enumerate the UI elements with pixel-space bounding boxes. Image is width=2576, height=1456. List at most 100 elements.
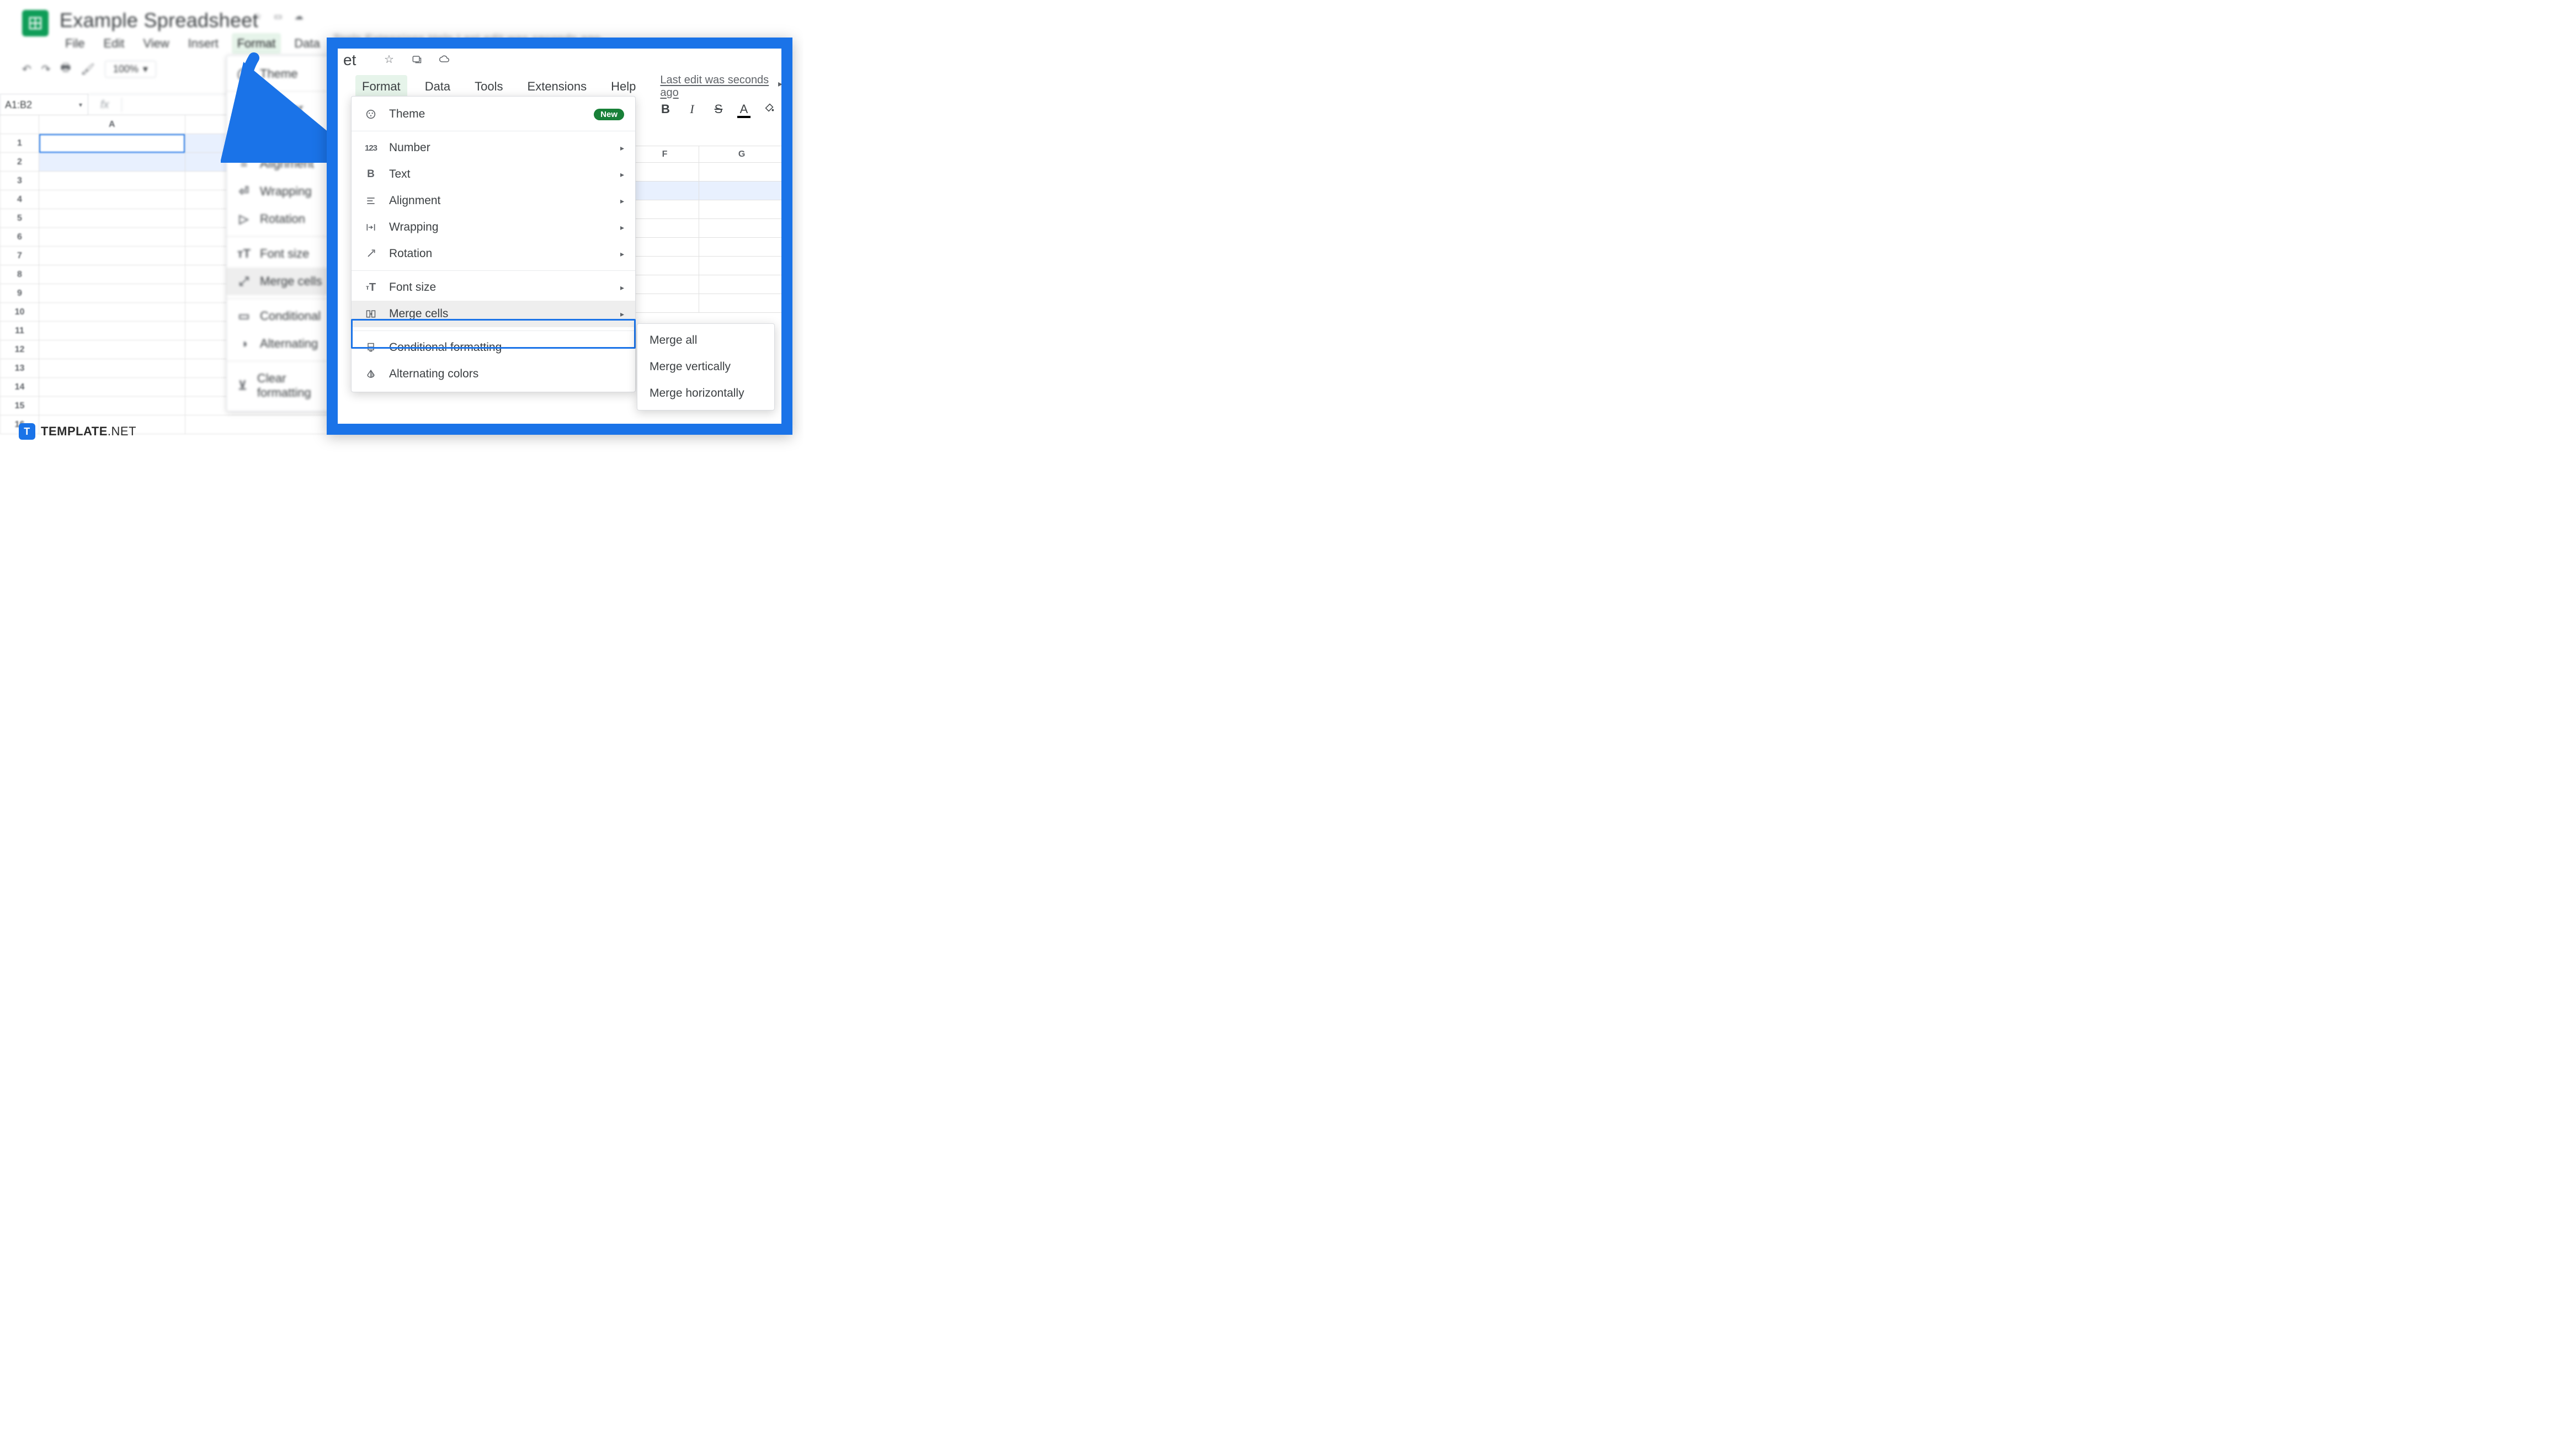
corner-cell[interactable] xyxy=(1,115,39,134)
row-header[interactable]: 7 xyxy=(1,247,39,265)
col-header-G[interactable]: G xyxy=(699,146,781,163)
cell[interactable] xyxy=(699,200,781,219)
menu-item-number[interactable]: 123 Number ▸ xyxy=(352,135,635,161)
menu-insert[interactable]: Insert xyxy=(183,33,224,54)
row-header[interactable]: 5 xyxy=(1,209,39,228)
cloud-status-icon[interactable] xyxy=(437,52,451,66)
format-dropdown-menu[interactable]: Theme New 123 Number ▸ B Text ▸ Alignmen… xyxy=(351,96,636,392)
cell[interactable] xyxy=(39,228,185,247)
text-color-button[interactable]: A xyxy=(736,102,752,116)
cell[interactable] xyxy=(39,284,185,303)
menu-view[interactable]: View xyxy=(137,33,174,54)
cell[interactable] xyxy=(631,182,699,200)
row-header[interactable]: 4 xyxy=(1,190,39,209)
menu-item-wrapping[interactable]: Wrapping ▸ xyxy=(352,214,635,241)
col-header-A[interactable]: A xyxy=(39,115,185,134)
sheets-logo xyxy=(22,10,49,36)
menu-item-text[interactable]: B Text ▸ xyxy=(352,161,635,188)
row-header[interactable]: 13 xyxy=(1,359,39,378)
paint-format-icon[interactable]: 🖌 xyxy=(81,62,94,76)
menu-help[interactable]: Help xyxy=(604,75,642,98)
row-header[interactable]: 1 xyxy=(1,134,39,153)
italic-button[interactable]: I xyxy=(683,102,701,116)
menu-data[interactable]: Data xyxy=(418,75,457,98)
cell[interactable] xyxy=(185,415,331,434)
menu-item-merge-cells[interactable]: Merge cells ▸ xyxy=(352,301,635,327)
cell[interactable] xyxy=(631,200,699,219)
menu-item-fontsize[interactable]: тT Font size ▸ xyxy=(352,274,635,301)
menu-item-theme[interactable]: Theme New xyxy=(352,101,635,127)
cell[interactable] xyxy=(699,219,781,238)
menu-tools[interactable]: Tools xyxy=(468,75,509,98)
cell[interactable] xyxy=(699,163,781,182)
cell[interactable] xyxy=(39,322,185,340)
cell[interactable] xyxy=(631,275,699,294)
cell[interactable] xyxy=(631,219,699,238)
undo-icon[interactable]: ↶ xyxy=(22,62,31,76)
menu-format[interactable]: Format xyxy=(355,75,407,98)
cell[interactable] xyxy=(631,238,699,257)
cell[interactable] xyxy=(39,397,185,415)
cell[interactable] xyxy=(699,294,781,313)
cell[interactable] xyxy=(39,265,185,284)
col-header-F[interactable]: F xyxy=(631,146,699,163)
cell[interactable] xyxy=(699,275,781,294)
cell[interactable] xyxy=(39,209,185,228)
menu-format[interactable]: Format xyxy=(232,33,281,54)
merge-cells-submenu[interactable]: Merge all Merge vertically Merge horizon… xyxy=(637,323,775,410)
row-header[interactable]: 2 xyxy=(1,153,39,172)
submenu-item-merge-horizontally[interactable]: Merge horizontally xyxy=(637,380,774,407)
move-icon[interactable]: ▭ xyxy=(274,11,282,22)
cell[interactable] xyxy=(39,340,185,359)
row-header[interactable]: 6 xyxy=(1,228,39,247)
menu-item-alternating-colors[interactable]: Alternating colors xyxy=(352,361,635,387)
cell[interactable] xyxy=(39,134,185,153)
cell[interactable] xyxy=(39,172,185,190)
cell[interactable] xyxy=(39,153,185,172)
move-icon[interactable] xyxy=(409,52,424,66)
fill-color-button[interactable] xyxy=(760,102,778,117)
menu-item-rotation[interactable]: Rotation ▸ xyxy=(352,241,635,267)
star-icon[interactable]: ☆ xyxy=(254,11,262,22)
cell[interactable] xyxy=(631,163,699,182)
row-header[interactable]: 3 xyxy=(1,172,39,190)
row-header[interactable]: 8 xyxy=(1,265,39,284)
cell[interactable] xyxy=(39,378,185,397)
bold-button[interactable]: B xyxy=(657,102,674,116)
strikethrough-button[interactable]: S xyxy=(710,102,727,116)
last-edit-link[interactable]: Last edit was seconds ago xyxy=(660,74,781,99)
submenu-item-merge-all[interactable]: Merge all xyxy=(637,327,774,354)
menu-data[interactable]: Data xyxy=(289,33,325,54)
document-title[interactable]: Example Spreadsheet xyxy=(60,9,258,32)
foreground-grid-slice[interactable]: FG xyxy=(630,146,781,313)
row-header[interactable]: 15 xyxy=(1,397,39,415)
row-header[interactable]: 9 xyxy=(1,284,39,303)
menu-file[interactable]: File xyxy=(60,33,90,54)
cell[interactable] xyxy=(631,294,699,313)
merge-cells-icon xyxy=(363,308,379,319)
cell[interactable] xyxy=(39,190,185,209)
row-header[interactable]: 12 xyxy=(1,340,39,359)
cell[interactable] xyxy=(699,257,781,275)
star-icon[interactable]: ☆ xyxy=(382,52,396,66)
cloud-status-icon[interactable]: ☁ xyxy=(294,11,303,22)
cell[interactable] xyxy=(631,257,699,275)
menu-separator xyxy=(352,330,635,331)
cell[interactable] xyxy=(699,182,781,200)
name-box[interactable]: A1:B2▾ xyxy=(0,94,88,116)
print-icon[interactable]: 🖶 xyxy=(61,60,71,78)
menu-extensions[interactable]: Extensions xyxy=(521,75,594,98)
zoom-dropdown[interactable]: 100%▾ xyxy=(105,61,156,78)
menu-edit[interactable]: Edit xyxy=(98,33,130,54)
cell[interactable] xyxy=(39,359,185,378)
row-header[interactable]: 14 xyxy=(1,378,39,397)
cell[interactable] xyxy=(699,238,781,257)
row-header[interactable]: 10 xyxy=(1,303,39,322)
redo-icon[interactable]: ↷ xyxy=(41,62,51,76)
menu-item-alignment[interactable]: Alignment ▸ xyxy=(352,188,635,214)
row-header[interactable]: 11 xyxy=(1,322,39,340)
cell[interactable] xyxy=(39,247,185,265)
cell[interactable] xyxy=(39,303,185,322)
submenu-item-merge-vertically[interactable]: Merge vertically xyxy=(637,354,774,380)
menu-item-conditional-formatting[interactable]: Conditional formatting xyxy=(352,334,635,361)
